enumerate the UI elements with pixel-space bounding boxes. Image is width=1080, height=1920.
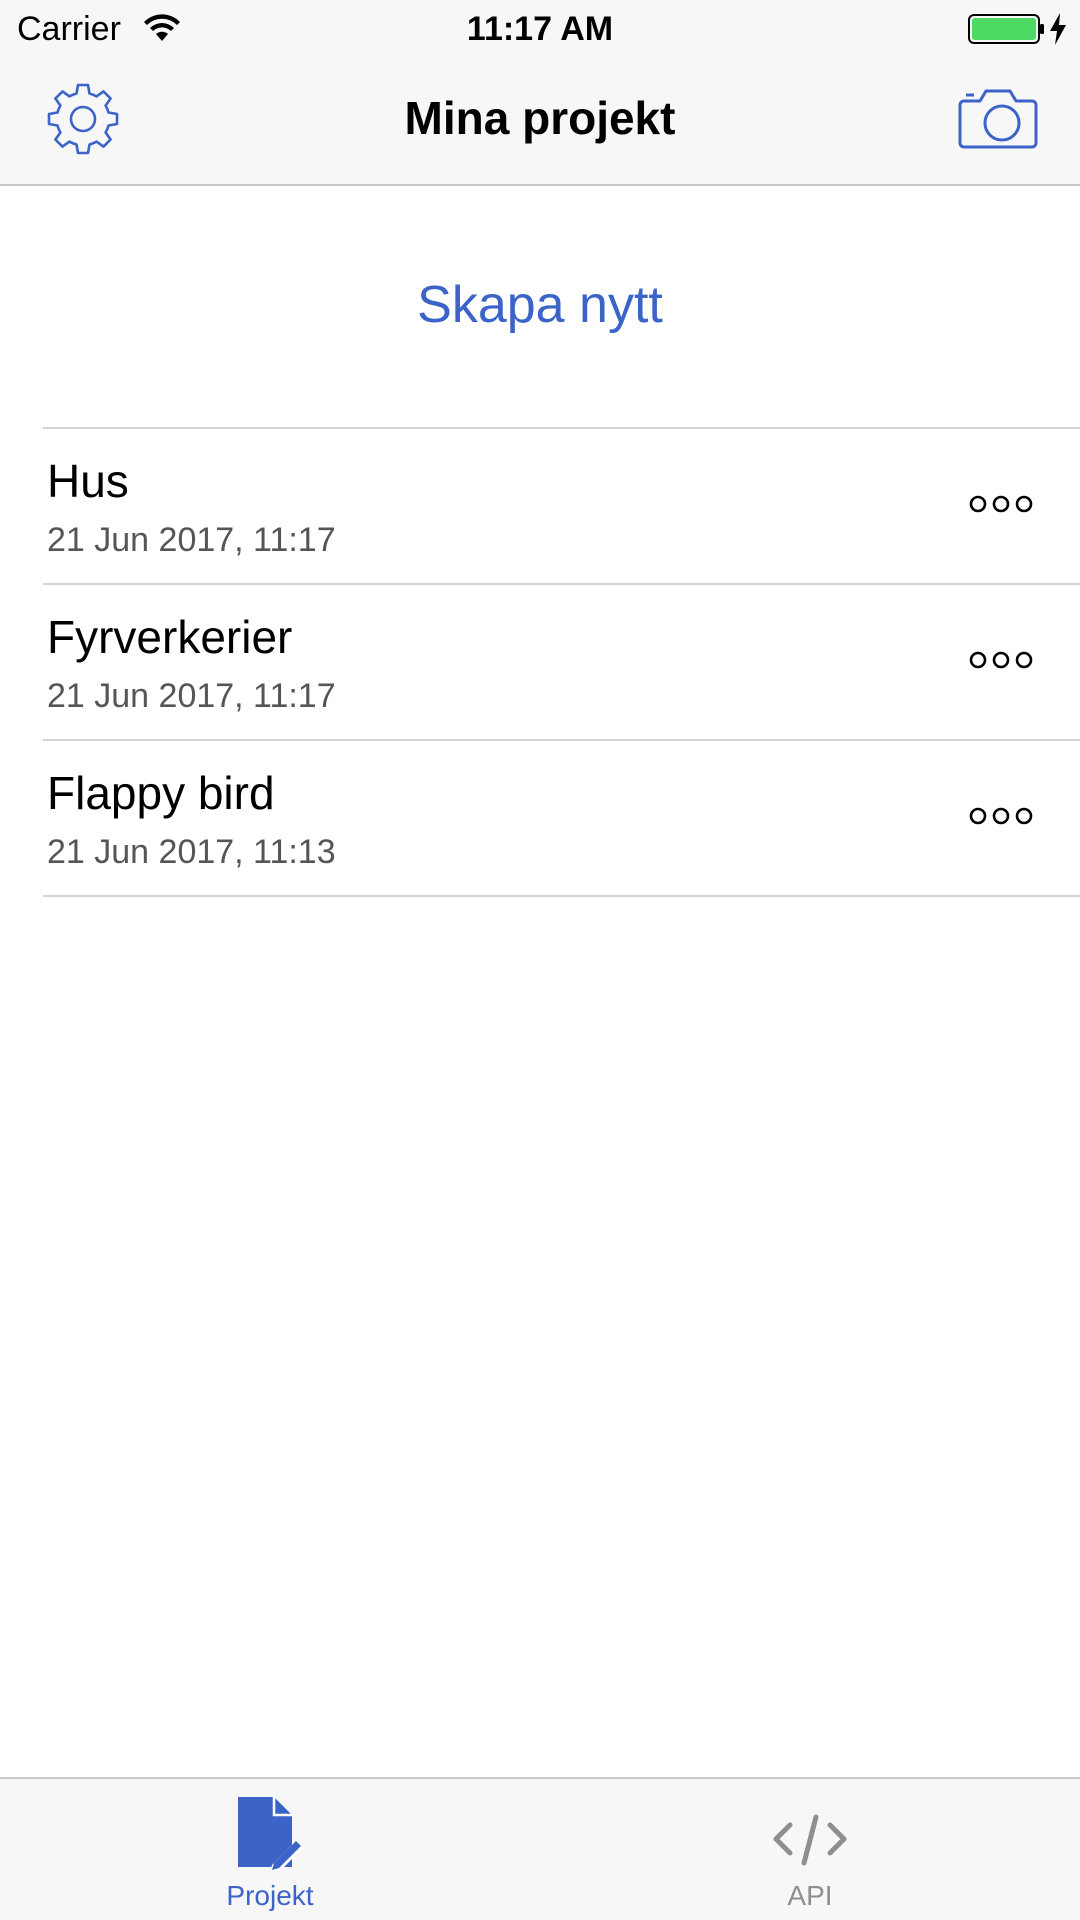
tab-projekt[interactable]: Projekt — [0, 1779, 540, 1920]
camera-icon — [958, 89, 1038, 149]
document-edit-icon — [238, 1797, 303, 1871]
project-row[interactable]: Hus 21 Jun 2017, 11:17 — [43, 427, 1080, 583]
project-more-button[interactable] — [961, 481, 1041, 527]
project-row[interactable]: Fyrverkerier 21 Jun 2017, 11:17 — [43, 583, 1080, 739]
status-time: 11:17 AM — [466, 10, 614, 48]
app-screen: Carrier 11:17 AM Mina projekt Skapa nytt… — [0, 0, 1080, 1920]
battery-icon — [968, 14, 1044, 44]
more-icon — [969, 495, 1033, 513]
navigation-bar: Mina projekt — [0, 58, 1080, 186]
project-more-button[interactable] — [961, 637, 1041, 683]
page-title: Mina projekt — [404, 92, 676, 144]
project-more-button[interactable] — [961, 793, 1041, 839]
tab-label: Projekt — [226, 1880, 314, 1911]
create-new-button[interactable]: Skapa nytt — [0, 272, 1080, 338]
settings-button[interactable] — [38, 78, 128, 160]
project-row[interactable]: Flappy bird 21 Jun 2017, 11:13 — [43, 739, 1080, 897]
status-bar: Carrier 11:17 AM — [0, 0, 1080, 58]
project-name: Fyrverkerier — [47, 611, 293, 663]
charging-bolt-icon — [1050, 13, 1066, 45]
project-date: 21 Jun 2017, 11:17 — [47, 677, 336, 715]
project-name: Hus — [47, 455, 129, 507]
tab-api[interactable]: API — [540, 1779, 1080, 1920]
more-icon — [969, 651, 1033, 669]
tab-bar: Projekt API — [0, 1777, 1080, 1920]
project-date: 21 Jun 2017, 11:17 — [47, 521, 336, 559]
camera-button[interactable] — [950, 78, 1046, 160]
more-icon — [969, 807, 1033, 825]
project-list: Hus 21 Jun 2017, 11:17 Fyrverkerier 21 J… — [43, 427, 1080, 897]
tab-label: API — [787, 1880, 833, 1911]
gear-icon — [47, 83, 119, 155]
project-date: 21 Jun 2017, 11:13 — [47, 833, 336, 871]
code-icon — [773, 1814, 847, 1866]
project-name: Flappy bird — [47, 767, 275, 819]
